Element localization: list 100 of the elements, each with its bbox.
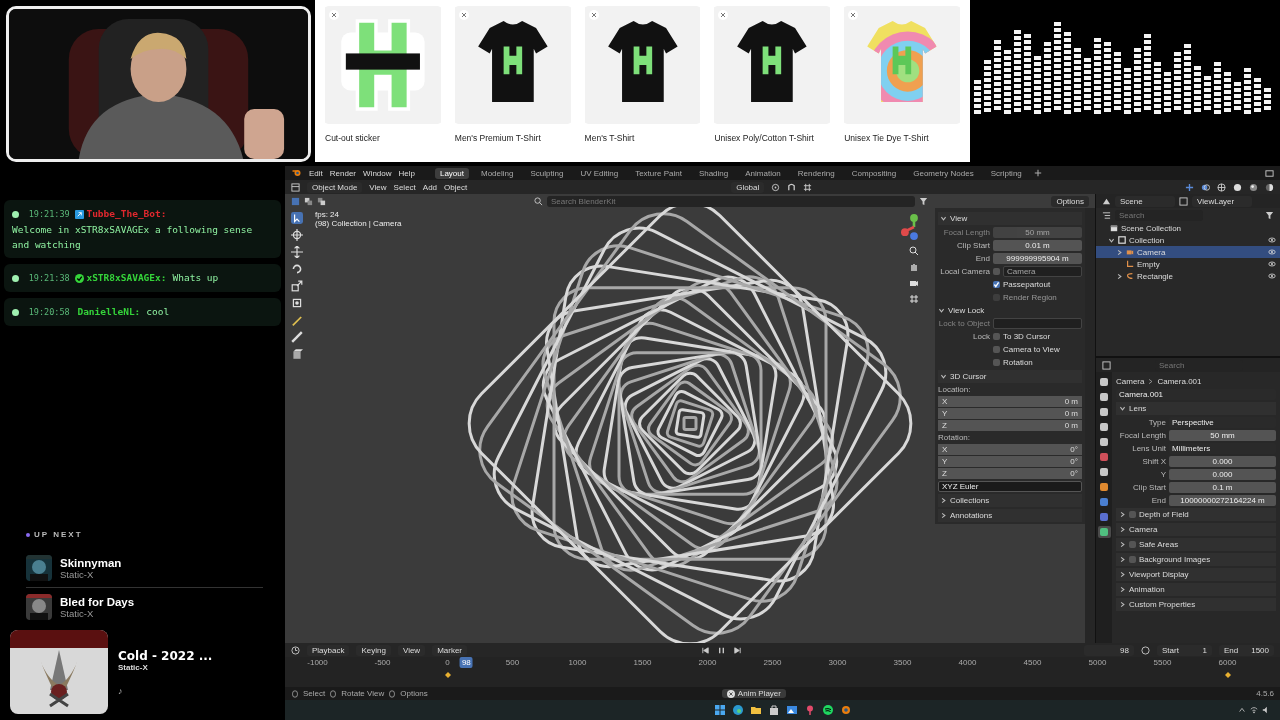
outliner-row[interactable]: Empty [1096, 258, 1280, 270]
menu-item[interactable]: View [397, 644, 426, 656]
move-icon[interactable] [291, 246, 303, 258]
keyframe-icon[interactable] [1224, 672, 1231, 678]
workspace-tab[interactable]: Sculpting [525, 167, 569, 179]
menu-item[interactable]: View [369, 182, 387, 192]
checkbox[interactable] [1129, 511, 1136, 518]
panel-title[interactable]: Lens [1129, 404, 1147, 413]
product-name[interactable]: Unisex Poly/Cotton T-Shirt [714, 133, 831, 143]
number-field[interactable]: Z 0° [938, 468, 1082, 479]
chevron-icon[interactable] [1119, 586, 1126, 593]
editor-type-icon[interactable] [291, 182, 300, 192]
chevron-icon[interactable] [1116, 248, 1123, 256]
menu-item[interactable]: Help [398, 168, 415, 178]
zoom-icon[interactable] [909, 246, 919, 256]
windows-start-icon[interactable] [714, 705, 725, 715]
number-field[interactable]: 10000000272164224 m [1169, 494, 1276, 506]
menu-item[interactable]: Window [363, 168, 392, 178]
menu-item[interactable]: Object [444, 182, 468, 192]
subpanel-title[interactable]: View Lock [948, 305, 985, 315]
chevron-icon[interactable] [1119, 556, 1126, 563]
dropdown[interactable]: XYZ Euler [938, 480, 1082, 492]
menu-item[interactable]: Playback [307, 644, 350, 656]
eye-icon[interactable] [1268, 260, 1276, 268]
measure-icon[interactable] [291, 331, 303, 343]
number-field[interactable]: 999999995904 m [993, 252, 1082, 264]
workspace-tab[interactable]: Compositing [846, 167, 902, 179]
panel-title[interactable]: Safe Areas [1139, 540, 1179, 549]
checkbox[interactable] [1129, 556, 1136, 563]
editor-type-icon[interactable] [1102, 360, 1111, 370]
close-icon[interactable] [458, 10, 469, 20]
chevron-icon[interactable] [1108, 236, 1115, 244]
menu-item[interactable]: Select [393, 182, 416, 192]
number-field[interactable]: 0.000 [1169, 455, 1276, 467]
scene-icon[interactable] [1265, 168, 1274, 178]
solid-shading-icon[interactable] [1233, 182, 1242, 192]
workspace-tab[interactable]: Rendering [792, 167, 840, 179]
orientation-dropdown[interactable]: Global [731, 181, 765, 193]
layer-icon[interactable] [1179, 196, 1188, 206]
mode-dropdown[interactable]: Object Mode [307, 181, 363, 193]
menu-item[interactable]: Add [422, 182, 438, 192]
stopwatch-icon[interactable] [1141, 645, 1150, 655]
gizmo-icon[interactable] [1185, 182, 1194, 192]
chevron-up-icon[interactable] [1238, 706, 1246, 714]
workspace-tab[interactable]: Layout [434, 167, 469, 179]
outliner-row[interactable]: Rectangle [1096, 270, 1280, 282]
search-field[interactable]: Search [1115, 209, 1203, 221]
keyframe-icon[interactable] [444, 672, 451, 678]
properties-tab[interactable] [1097, 496, 1111, 508]
breadcrumb-item[interactable]: Camera.001 [1157, 376, 1202, 386]
select-subtract-icon[interactable] [317, 196, 326, 206]
view-layer-field[interactable]: ViewLayer [1192, 195, 1252, 207]
number-field[interactable]: 0.000 [1169, 468, 1276, 480]
skip-start-icon[interactable] [701, 645, 711, 655]
pin-icon[interactable] [804, 705, 815, 715]
chevron-icon[interactable] [1119, 526, 1126, 533]
start-frame-field[interactable]: Start 1 [1157, 644, 1212, 656]
browser-icon[interactable] [732, 705, 743, 715]
photos-icon[interactable] [786, 705, 797, 715]
number-field[interactable]: 50 mm [1169, 429, 1276, 441]
properties-tab[interactable] [1097, 391, 1111, 403]
properties-tab[interactable] [1097, 406, 1111, 418]
panel-title[interactable]: 3D Cursor [950, 372, 987, 381]
add-cube-icon[interactable] [291, 348, 303, 360]
chevron-icon[interactable] [940, 512, 947, 519]
snap-icon[interactable] [787, 182, 797, 192]
menu-item[interactable]: Keying [356, 644, 391, 656]
clock-icon[interactable] [291, 645, 300, 655]
properties-tab[interactable] [1097, 466, 1111, 478]
cursor-icon[interactable] [291, 229, 303, 241]
eye-icon[interactable] [1268, 236, 1276, 244]
chevron-icon[interactable] [940, 373, 947, 380]
transform-icon[interactable] [291, 297, 303, 309]
chevron-icon[interactable] [940, 215, 947, 222]
number-field[interactable]: X 0 m [938, 396, 1082, 407]
number-field[interactable]: 0.1 m [1169, 481, 1276, 493]
product-name[interactable]: Men's Premium T-Shirt [454, 133, 571, 143]
close-icon[interactable] [726, 689, 735, 698]
overlay-icon[interactable] [1201, 182, 1210, 192]
product-name[interactable]: Unisex Tie Dye T-Shirt [844, 133, 960, 143]
music-app-icon[interactable] [822, 705, 833, 715]
number-field[interactable]: Y 0° [938, 456, 1082, 467]
workspace-tab[interactable]: Animation [740, 167, 786, 179]
eye-icon[interactable] [1268, 272, 1276, 280]
workspace-tab[interactable]: Texture Paint [630, 167, 687, 179]
store-bag-icon[interactable] [768, 705, 779, 715]
frame-field[interactable]: 98 [1084, 644, 1134, 656]
camera-icon[interactable] [909, 278, 919, 288]
number-field[interactable]: X 0° [938, 444, 1082, 455]
checkbox[interactable] [993, 345, 1000, 353]
chevron-icon[interactable] [1116, 272, 1123, 280]
chevron-icon[interactable] [1119, 541, 1126, 548]
end-frame-field[interactable]: End 1500 [1219, 644, 1274, 656]
workspace-tab[interactable]: Scripting [985, 167, 1027, 179]
eye-icon[interactable] [1268, 248, 1276, 256]
product-name[interactable]: Cut-out sticker [325, 133, 441, 143]
workspace-tab[interactable]: UV Editing [575, 167, 624, 179]
chevron-icon[interactable] [1119, 571, 1126, 578]
chevron-icon[interactable] [1119, 405, 1126, 412]
number-field[interactable]: 0.01 m [993, 239, 1082, 251]
